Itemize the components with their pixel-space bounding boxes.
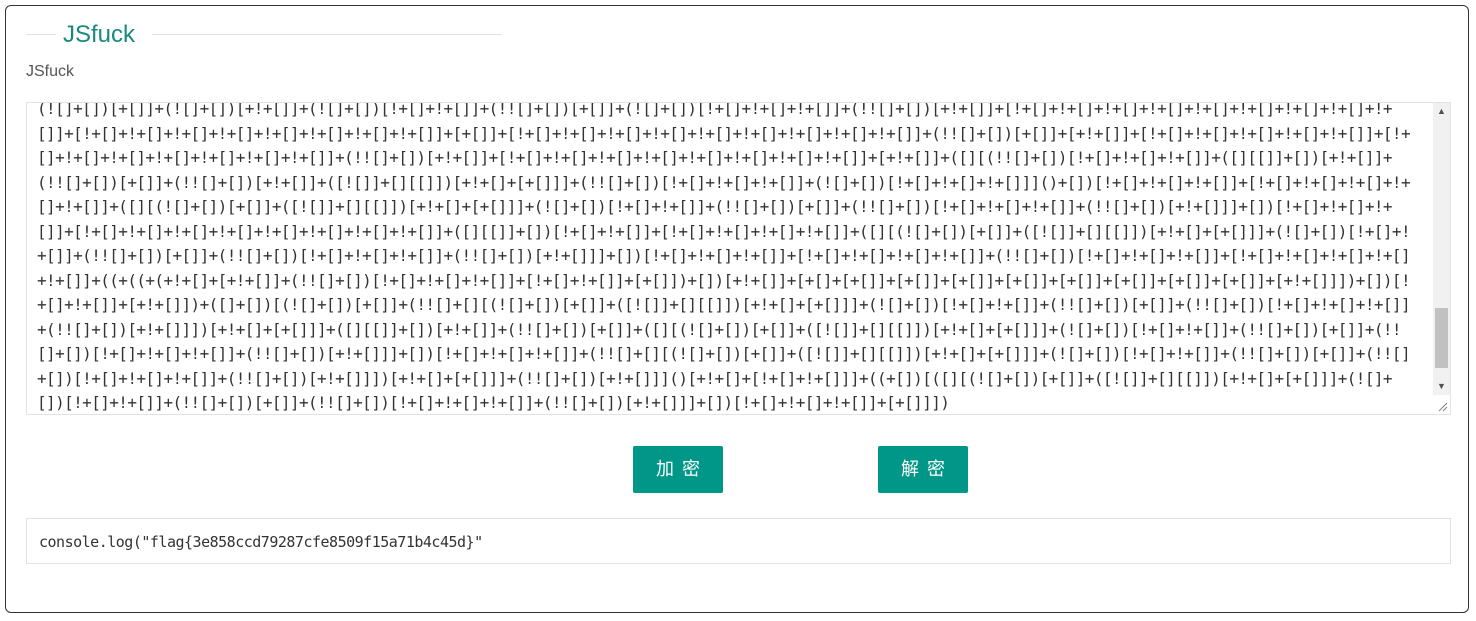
scroll-down-arrow-icon[interactable]: ▼ [1433, 378, 1450, 395]
legend-title: JSfuck [63, 21, 136, 48]
vertical-scrollbar[interactable]: ▲ ▼ [1433, 103, 1450, 395]
scroll-up-arrow-icon[interactable]: ▲ [1433, 103, 1450, 120]
encrypt-button[interactable]: 加密 [633, 446, 723, 493]
decrypt-button[interactable]: 解密 [878, 446, 968, 493]
output-text: console.log("flag{3e858ccd79287cfe8509f1… [39, 533, 483, 551]
output-field[interactable]: console.log("flag{3e858ccd79287cfe8509f1… [26, 518, 1451, 564]
jsfuck-code-textarea[interactable]: (![]+[])[+[]]+(![]+[])[+!+[]]+(![]+[])[!… [26, 102, 1451, 415]
field-label: JSfuck [26, 63, 75, 80]
scrollbar-thumb[interactable] [1435, 308, 1448, 368]
jsfuck-card: JSfuck JSfuck (![]+[])[+[]]+(![]+[])[+!+… [5, 5, 1469, 613]
legend-divider-right [152, 34, 502, 35]
legend-divider-left [26, 34, 56, 35]
code-text[interactable]: (![]+[])[+[]]+(![]+[])[+!+[]]+(![]+[])[!… [37, 103, 1417, 414]
resize-grip-icon[interactable] [1436, 400, 1448, 412]
